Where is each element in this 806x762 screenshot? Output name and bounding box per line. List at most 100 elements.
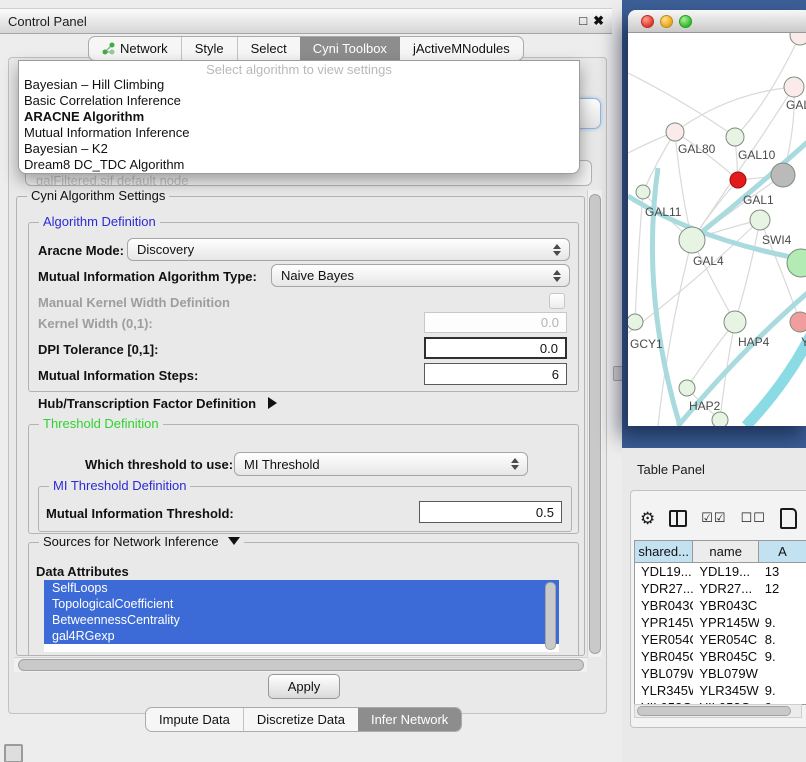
kernel-width-value: 0.0 [541, 315, 559, 330]
table-row[interactable]: YLR345WYLR345W9. [635, 682, 806, 699]
close-traffic-light[interactable] [641, 15, 654, 28]
table-row[interactable]: YBR045CYBR045C9. [635, 648, 806, 665]
node-label: GAL11 [645, 205, 682, 219]
mi-type-label: Mutual Information Algorithm Type: [38, 269, 257, 284]
sources-toggle[interactable]: Sources for Network Inference [39, 534, 244, 549]
network-node[interactable] [787, 249, 806, 277]
network-window-titlebar[interactable] [628, 10, 806, 33]
tab-label: Select [251, 41, 287, 56]
algorithm-option[interactable]: Basic Correlation Inference [19, 93, 579, 109]
table-cell: YBR043C [635, 598, 693, 613]
tab-style[interactable]: Style [181, 37, 237, 60]
network-node[interactable] [790, 33, 806, 45]
network-node-gal[interactable] [784, 77, 804, 97]
table-cell: YBL079W [635, 666, 693, 681]
network-edge [687, 322, 735, 388]
algorithm-option[interactable]: Bayesian – K2 [19, 141, 579, 157]
cyni-settings-title: Cyni Algorithm Settings [27, 188, 169, 203]
corner-grip[interactable] [4, 744, 23, 762]
algorithm-dropdown-popup: Select algorithm to view settings Bayesi… [18, 60, 580, 174]
node-label: GAL4 [693, 254, 724, 268]
tab-infer-network[interactable]: Infer Network [358, 708, 461, 731]
node-label: GAL10 [738, 148, 776, 162]
tab-impute-data[interactable]: Impute Data [146, 708, 243, 731]
algorithm-option[interactable]: Dream8 DC_TDC Algorithm [19, 157, 579, 173]
network-icon [102, 42, 115, 55]
mi-threshold-field[interactable]: 0.5 [419, 501, 562, 523]
tab-discretize-data[interactable]: Discretize Data [243, 708, 358, 731]
network-node-gal11[interactable] [636, 185, 650, 199]
mi-type-combo[interactable]: Naive Bayes [271, 264, 570, 287]
table-row[interactable]: YER054CYER054C8. [635, 631, 806, 648]
table-row[interactable]: YDR27...YDR27...12 [635, 580, 806, 597]
attribute-item[interactable]: SelfLoops [44, 580, 559, 596]
table-row[interactable]: YDL19...YDL19...13 [635, 563, 806, 580]
column-header[interactable]: A [759, 541, 806, 562]
mi-threshold-value: 0.5 [536, 505, 554, 520]
network-node[interactable] [771, 163, 795, 187]
aracne-mode-combo[interactable]: Discovery [127, 238, 570, 261]
network-node-gcy1[interactable] [628, 314, 643, 330]
tab-select[interactable]: Select [237, 37, 300, 60]
node-label: GAL1 [743, 193, 774, 207]
table-row[interactable]: YPR145WYPR145W9. [635, 614, 806, 631]
checked-boxes-icon[interactable]: ☑☑ [701, 510, 726, 526]
network-node[interactable] [712, 412, 728, 426]
network-node-gal10[interactable] [726, 128, 744, 146]
table-cell: YBR045C [635, 649, 693, 664]
node-label: HAP4 [738, 335, 770, 349]
attribute-item[interactable]: BetweennessCentrality [44, 612, 559, 628]
tab-network[interactable]: Network [89, 37, 181, 60]
tab-jactivemnodules[interactable]: jActiveMNodules [400, 37, 523, 60]
network-canvas[interactable]: GALGAL80GAL10GAL1GAL11SWI4GAL4GCY1HAP4YH… [628, 33, 806, 426]
columns-icon[interactable] [669, 510, 687, 527]
close-panel-icon[interactable]: ✖ [593, 14, 604, 28]
table-cell: YBR045C [693, 649, 758, 664]
network-node-hap2[interactable] [679, 380, 695, 396]
dpi-tolerance-field[interactable]: 0.0 [424, 337, 567, 359]
unchecked-boxes-icon[interactable]: ☐☐ [741, 510, 766, 526]
table-row[interactable]: YBR043CYBR043C [635, 597, 806, 614]
stepper-arrows-icon [511, 458, 519, 470]
column-header[interactable]: shared... [635, 541, 693, 562]
network-node-gal80[interactable] [666, 123, 684, 141]
minimize-traffic-light[interactable] [660, 15, 673, 28]
settings-hscroll-thumb[interactable] [18, 659, 584, 671]
zoom-traffic-light[interactable] [679, 15, 692, 28]
aracne-mode-label: Aracne Mode: [38, 243, 124, 258]
document-icon[interactable] [780, 508, 797, 529]
algorithm-option[interactable]: Bayesian – Hill Climbing [19, 77, 579, 93]
network-node-gal1[interactable] [730, 172, 746, 188]
kernel-width-field: 0.0 [424, 312, 567, 333]
attribute-item[interactable]: gal4RGexp [44, 628, 559, 644]
network-node-y[interactable] [790, 312, 806, 332]
mi-threshold-label: Mutual Information Threshold: [46, 506, 234, 521]
network-edge [658, 240, 692, 426]
hub-definition-toggle[interactable]: Hub/Transcription Factor Definition [38, 396, 277, 411]
network-node-gal4[interactable] [679, 227, 705, 253]
tab-label: Cyni Toolbox [313, 41, 387, 56]
attributes-scrollbar[interactable] [545, 582, 556, 650]
node-label: Y [801, 335, 806, 349]
attribute-item[interactable]: TopologicalCoefficient [44, 596, 559, 612]
which-threshold-combo[interactable]: MI Threshold [234, 452, 528, 476]
table-row[interactable]: YBL079WYBL079W [635, 665, 806, 682]
table-toolbar: ⚙ ☑☑ ☐☐ [640, 505, 806, 531]
float-panel-icon[interactable]: □ [579, 14, 587, 28]
manual-kernel-checkbox[interactable] [549, 293, 565, 309]
table-cell: YPR145W [693, 615, 758, 630]
network-node-swi4[interactable] [750, 210, 770, 230]
table-hscroll-thumb[interactable] [637, 706, 791, 716]
algorithm-option[interactable]: ARACNE Algorithm [19, 109, 579, 125]
network-edge [735, 220, 760, 322]
tab-cyni-toolbox[interactable]: Cyni Toolbox [300, 37, 400, 60]
apply-button[interactable]: Apply [268, 674, 340, 699]
table-cell: YER054C [635, 632, 693, 647]
data-attributes-label: Data Attributes [36, 564, 129, 579]
gear-icon[interactable]: ⚙ [640, 510, 655, 527]
settings-vscroll-thumb[interactable] [589, 194, 601, 654]
algorithm-option[interactable]: Mutual Information Inference [19, 125, 579, 141]
mi-steps-field[interactable]: 6 [424, 363, 567, 385]
column-header[interactable]: name [693, 541, 759, 562]
network-node-hap4[interactable] [724, 311, 746, 333]
